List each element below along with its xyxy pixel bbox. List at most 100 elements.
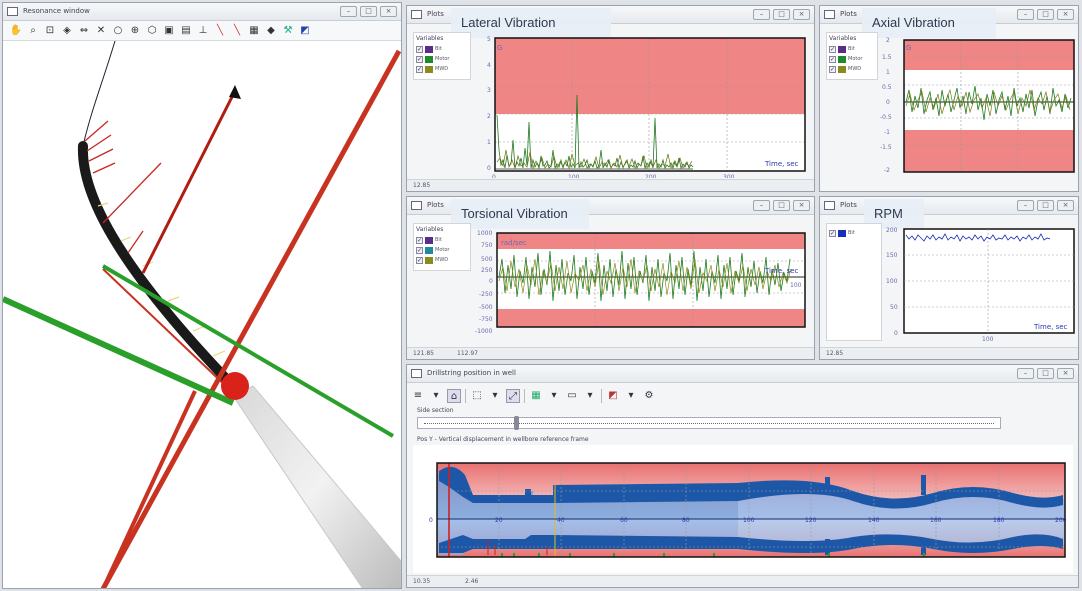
band-label: G [497,44,502,52]
checkbox[interactable]: ✓ [416,55,423,63]
minimize-icon[interactable]: – [753,200,770,211]
settings-icon[interactable]: ⚙ [642,389,656,403]
close-window-icon[interactable]: × [1057,9,1074,20]
frame-icon[interactable]: ▤ [179,24,193,38]
minimize-icon[interactable]: – [340,6,357,17]
legend-item[interactable]: ✓ Motor [414,54,470,64]
minimize-icon[interactable]: – [1017,200,1034,211]
line-icon[interactable]: ╲ [230,24,244,38]
dropdown-arrow-icon[interactable]: ▾ [488,389,502,403]
rpm-plot[interactable]: 200 150 100 50 0 100 Time, sec [882,221,1078,351]
checkbox[interactable]: ✓ [416,45,423,53]
dropdown-arrow-icon[interactable]: ▾ [583,389,597,403]
drillstring-displacement-plot[interactable]: 0 20 40 60 80 100 120 140 160 180 200 [413,445,1073,573]
checkbox[interactable]: ✓ [829,55,836,63]
zoom-region-icon[interactable]: ⬚ [470,389,484,403]
maximize-icon[interactable]: □ [1037,200,1054,211]
chart-icon[interactable]: ◩ [298,24,312,38]
dropdown-arrow-icon[interactable]: ▾ [429,389,443,403]
lateral-plot[interactable]: 5 4 3 2 1 0 0 100 200 300 G Time, sec [475,30,811,178]
y-tick: -1000 [475,328,493,335]
menu-icon[interactable]: ≡ [411,389,425,403]
maximize-icon[interactable]: □ [773,200,790,211]
paint-icon[interactable]: ◆ [264,24,278,38]
checkbox[interactable]: ✓ [416,236,423,244]
y-tick: 0.5 [882,84,892,91]
checkbox[interactable]: ✓ [829,45,836,53]
rotate-icon[interactable]: ◈ [60,24,74,38]
grid-icon[interactable]: ▦ [529,389,543,403]
close-window-icon[interactable]: × [793,9,810,20]
legend-item[interactable]: ✓ Bit [827,44,877,54]
export-icon[interactable]: ◩ [606,389,620,403]
checkbox[interactable]: ✓ [829,65,836,73]
close-window-icon[interactable]: × [793,200,810,211]
layers-icon[interactable]: ▦ [247,24,261,38]
hand-icon[interactable]: ✋ [9,24,23,38]
legend-label: MWD [435,66,449,72]
close-window-icon[interactable]: × [1057,200,1074,211]
close-icon[interactable]: ✕ [94,24,108,38]
window-icon [411,10,422,19]
view-cube-icon[interactable]: ⬡ [145,24,159,38]
checkbox[interactable]: ✓ [829,229,836,237]
x-tick: 140 [868,517,880,524]
checkbox[interactable]: ✓ [416,246,423,254]
status-bar: 121.85 112.97 [407,347,814,359]
legend-item[interactable]: ✓ Bit [414,235,470,245]
box-icon[interactable]: ▣ [162,24,176,38]
legend-item[interactable]: ✓ MWD [414,64,470,74]
minimize-icon[interactable]: – [1017,368,1034,379]
zoom-in-icon[interactable]: ⊕ [128,24,142,38]
tool-icon[interactable]: ⚒ [281,24,295,38]
y-tick: 500 [481,256,493,263]
legend-item[interactable]: ✓ Bit [414,44,470,54]
window-icon [7,7,18,16]
y-tick: 2 [886,37,890,44]
section-slider[interactable] [417,416,1001,430]
close-window-icon[interactable]: × [1057,368,1074,379]
pen-icon[interactable]: ╲ [213,24,227,38]
minimize-icon[interactable]: – [753,9,770,20]
maximize-icon[interactable]: □ [773,9,790,20]
legend-item[interactable]: ✓ Motor [414,245,470,255]
legend-item[interactable]: ✓ Motor [827,54,877,64]
rpm-titlebar[interactable]: Plots – □ × [820,197,1078,215]
drillstring-titlebar[interactable]: Drillstring position in well – □ × [407,365,1078,383]
status-value: 10.35 [413,578,431,585]
y-tick: 0 [487,165,491,172]
measure-icon[interactable]: ⊥ [196,24,210,38]
torsional-plot[interactable]: 1000 750 500 250 0 -250 -500 -750 -1000 … [475,221,811,349]
close-window-icon[interactable]: × [380,6,397,17]
checkbox[interactable]: ✓ [416,256,423,264]
zoom-icon[interactable]: ⌕ [26,24,40,38]
legend-item[interactable]: ✓ MWD [827,64,877,74]
checkbox[interactable]: ✓ [416,65,423,73]
x-tick: 200 [645,174,657,178]
plot-caption: Pos Y - Vertical displacement in wellbor… [417,436,589,443]
status-bar: 10.35 2.46 [407,575,1078,587]
maximize-icon[interactable]: □ [360,6,377,17]
legend-swatch [838,45,846,53]
legend-swatch [838,65,846,73]
legend-item[interactable]: ✓ MWD [414,255,470,265]
legend-swatch [838,55,846,63]
dropdown-arrow-icon[interactable]: ▾ [624,389,638,403]
maximize-icon[interactable]: □ [1037,9,1054,20]
dropdown-arrow-icon[interactable]: ▾ [547,389,561,403]
resonance-window-titlebar[interactable]: Resonance window – □ × [3,3,401,21]
y-tick: 750 [481,242,493,249]
axial-plot[interactable]: 2 1.5 1 0.5 0 -0.5 -1 -1.5 -2 G [878,30,1078,190]
drillstring-3d-view[interactable] [3,41,401,588]
fit-icon[interactable]: ⤢ [506,389,520,403]
move-icon[interactable]: ⇔ [77,24,91,38]
circle-icon[interactable]: ○ [111,24,125,38]
legend-item[interactable]: ✓ Bit [827,228,881,238]
slider-handle[interactable] [514,416,519,430]
maximize-icon[interactable]: □ [1037,368,1054,379]
minimize-icon[interactable]: – [1017,9,1034,20]
home-icon[interactable]: ⌂ [447,389,461,403]
x-tick: 120 [805,517,817,524]
layout-icon[interactable]: ▭ [565,389,579,403]
zoom-window-icon[interactable]: ⊡ [43,24,57,38]
